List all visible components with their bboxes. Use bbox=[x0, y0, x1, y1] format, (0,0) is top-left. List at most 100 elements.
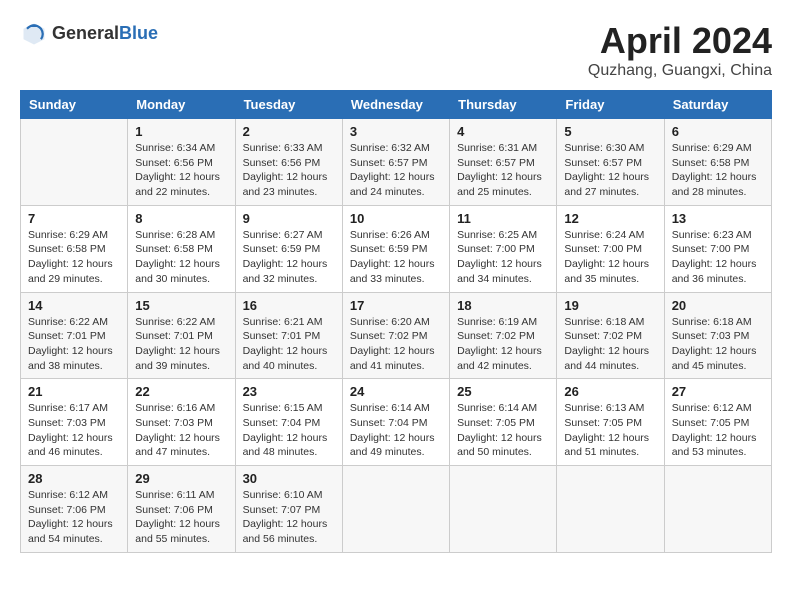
day-info: Sunrise: 6:19 AM Sunset: 7:02 PM Dayligh… bbox=[457, 315, 549, 374]
day-number: 26 bbox=[564, 384, 656, 399]
day-number: 11 bbox=[457, 211, 549, 226]
day-info: Sunrise: 6:31 AM Sunset: 6:57 PM Dayligh… bbox=[457, 141, 549, 200]
day-cell: 4 Sunrise: 6:31 AM Sunset: 6:57 PM Daylig… bbox=[450, 119, 557, 206]
day-info: Sunrise: 6:11 AM Sunset: 7:06 PM Dayligh… bbox=[135, 488, 227, 547]
header-cell-friday: Friday bbox=[557, 91, 664, 119]
day-info: Sunrise: 6:20 AM Sunset: 7:02 PM Dayligh… bbox=[350, 315, 442, 374]
header: General Blue April 2024 Quzhang, Guangxi… bbox=[20, 20, 772, 80]
logo-icon bbox=[20, 20, 48, 48]
day-number: 6 bbox=[672, 124, 764, 139]
logo: General Blue bbox=[20, 20, 158, 48]
calendar-header: SundayMondayTuesdayWednesdayThursdayFrid… bbox=[21, 91, 772, 119]
header-cell-tuesday: Tuesday bbox=[235, 91, 342, 119]
day-cell bbox=[450, 466, 557, 553]
day-number: 9 bbox=[243, 211, 335, 226]
day-number: 18 bbox=[457, 298, 549, 313]
day-info: Sunrise: 6:32 AM Sunset: 6:57 PM Dayligh… bbox=[350, 141, 442, 200]
day-cell: 29 Sunrise: 6:11 AM Sunset: 7:06 PM Dayli… bbox=[128, 466, 235, 553]
logo-blue: Blue bbox=[119, 24, 158, 44]
day-number: 21 bbox=[28, 384, 120, 399]
day-cell: 15Sunrise: 6:22 AM Sunset: 7:01 PM Dayli… bbox=[128, 292, 235, 379]
day-cell: 18 Sunrise: 6:19 AM Sunset: 7:02 PM Dayli… bbox=[450, 292, 557, 379]
week-row-4: 21Sunrise: 6:17 AM Sunset: 7:03 PM Dayli… bbox=[21, 379, 772, 466]
day-number: 13 bbox=[672, 211, 764, 226]
day-info: Sunrise: 6:23 AM Sunset: 7:00 PM Dayligh… bbox=[672, 228, 764, 287]
day-cell: 13 Sunrise: 6:23 AM Sunset: 7:00 PM Dayli… bbox=[664, 205, 771, 292]
day-info: Sunrise: 6:29 AM Sunset: 6:58 PM Dayligh… bbox=[672, 141, 764, 200]
day-cell: 30 Sunrise: 6:10 AM Sunset: 7:07 PM Dayli… bbox=[235, 466, 342, 553]
day-number: 23 bbox=[243, 384, 335, 399]
day-cell: 5 Sunrise: 6:30 AM Sunset: 6:57 PM Daylig… bbox=[557, 119, 664, 206]
header-cell-sunday: Sunday bbox=[21, 91, 128, 119]
day-number: 24 bbox=[350, 384, 442, 399]
day-cell bbox=[664, 466, 771, 553]
day-cell: 6 Sunrise: 6:29 AM Sunset: 6:58 PM Daylig… bbox=[664, 119, 771, 206]
day-info: Sunrise: 6:26 AM Sunset: 6:59 PM Dayligh… bbox=[350, 228, 442, 287]
day-cell bbox=[342, 466, 449, 553]
day-number: 5 bbox=[564, 124, 656, 139]
day-cell: 12Sunrise: 6:24 AM Sunset: 7:00 PM Dayli… bbox=[557, 205, 664, 292]
day-cell bbox=[557, 466, 664, 553]
day-info: Sunrise: 6:29 AM Sunset: 6:58 PM Dayligh… bbox=[28, 228, 120, 287]
day-cell: 3 Sunrise: 6:32 AM Sunset: 6:57 PM Daylig… bbox=[342, 119, 449, 206]
header-cell-monday: Monday bbox=[128, 91, 235, 119]
day-cell: 8Sunrise: 6:28 AM Sunset: 6:58 PM Daylig… bbox=[128, 205, 235, 292]
day-number: 10 bbox=[350, 211, 442, 226]
day-number: 14 bbox=[28, 298, 120, 313]
day-info: Sunrise: 6:22 AM Sunset: 7:01 PM Dayligh… bbox=[28, 315, 120, 374]
week-row-2: 7Sunrise: 6:29 AM Sunset: 6:58 PM Daylig… bbox=[21, 205, 772, 292]
day-info: Sunrise: 6:16 AM Sunset: 7:03 PM Dayligh… bbox=[135, 401, 227, 460]
day-cell: 21Sunrise: 6:17 AM Sunset: 7:03 PM Dayli… bbox=[21, 379, 128, 466]
day-cell: 17 Sunrise: 6:20 AM Sunset: 7:02 PM Dayli… bbox=[342, 292, 449, 379]
week-row-3: 14 Sunrise: 6:22 AM Sunset: 7:01 PM Dayli… bbox=[21, 292, 772, 379]
day-cell: 14 Sunrise: 6:22 AM Sunset: 7:01 PM Dayli… bbox=[21, 292, 128, 379]
logo-general: General bbox=[52, 24, 119, 44]
day-info: Sunrise: 6:10 AM Sunset: 7:07 PM Dayligh… bbox=[243, 488, 335, 547]
day-number: 3 bbox=[350, 124, 442, 139]
day-number: 20 bbox=[672, 298, 764, 313]
day-info: Sunrise: 6:34 AM Sunset: 6:56 PM Dayligh… bbox=[135, 141, 227, 200]
day-number: 8 bbox=[135, 211, 227, 226]
day-info: Sunrise: 6:30 AM Sunset: 6:57 PM Dayligh… bbox=[564, 141, 656, 200]
day-cell bbox=[21, 119, 128, 206]
header-row: SundayMondayTuesdayWednesdayThursdayFrid… bbox=[21, 91, 772, 119]
header-cell-thursday: Thursday bbox=[450, 91, 557, 119]
day-cell: 2 Sunrise: 6:33 AM Sunset: 6:56 PM Daylig… bbox=[235, 119, 342, 206]
day-cell: 7Sunrise: 6:29 AM Sunset: 6:58 PM Daylig… bbox=[21, 205, 128, 292]
week-row-1: 1 Sunrise: 6:34 AM Sunset: 6:56 PM Daylig… bbox=[21, 119, 772, 206]
calendar-body: 1 Sunrise: 6:34 AM Sunset: 6:56 PM Daylig… bbox=[21, 119, 772, 553]
day-cell: 22 Sunrise: 6:16 AM Sunset: 7:03 PM Dayli… bbox=[128, 379, 235, 466]
day-cell: 10 Sunrise: 6:26 AM Sunset: 6:59 PM Dayli… bbox=[342, 205, 449, 292]
day-info: Sunrise: 6:33 AM Sunset: 6:56 PM Dayligh… bbox=[243, 141, 335, 200]
location-title: Quzhang, Guangxi, China bbox=[588, 62, 772, 80]
day-cell: 23Sunrise: 6:15 AM Sunset: 7:04 PM Dayli… bbox=[235, 379, 342, 466]
day-number: 19 bbox=[564, 298, 656, 313]
day-info: Sunrise: 6:14 AM Sunset: 7:04 PM Dayligh… bbox=[350, 401, 442, 460]
day-info: Sunrise: 6:13 AM Sunset: 7:05 PM Dayligh… bbox=[564, 401, 656, 460]
header-cell-wednesday: Wednesday bbox=[342, 91, 449, 119]
day-info: Sunrise: 6:22 AM Sunset: 7:01 PM Dayligh… bbox=[135, 315, 227, 374]
day-cell: 25 Sunrise: 6:14 AM Sunset: 7:05 PM Dayli… bbox=[450, 379, 557, 466]
day-cell: 26 Sunrise: 6:13 AM Sunset: 7:05 PM Dayli… bbox=[557, 379, 664, 466]
day-number: 2 bbox=[243, 124, 335, 139]
header-cell-saturday: Saturday bbox=[664, 91, 771, 119]
day-number: 25 bbox=[457, 384, 549, 399]
day-number: 30 bbox=[243, 471, 335, 486]
day-info: Sunrise: 6:14 AM Sunset: 7:05 PM Dayligh… bbox=[457, 401, 549, 460]
day-number: 4 bbox=[457, 124, 549, 139]
day-number: 29 bbox=[135, 471, 227, 486]
day-number: 28 bbox=[28, 471, 120, 486]
calendar-table: SundayMondayTuesdayWednesdayThursdayFrid… bbox=[20, 90, 772, 553]
day-info: Sunrise: 6:27 AM Sunset: 6:59 PM Dayligh… bbox=[243, 228, 335, 287]
day-number: 1 bbox=[135, 124, 227, 139]
title-area: April 2024 Quzhang, Guangxi, China bbox=[588, 20, 772, 80]
day-info: Sunrise: 6:12 AM Sunset: 7:06 PM Dayligh… bbox=[28, 488, 120, 547]
day-info: Sunrise: 6:12 AM Sunset: 7:05 PM Dayligh… bbox=[672, 401, 764, 460]
day-number: 16 bbox=[243, 298, 335, 313]
day-number: 17 bbox=[350, 298, 442, 313]
day-cell: 20Sunrise: 6:18 AM Sunset: 7:03 PM Dayli… bbox=[664, 292, 771, 379]
day-cell: 19Sunrise: 6:18 AM Sunset: 7:02 PM Dayli… bbox=[557, 292, 664, 379]
day-cell: 1 Sunrise: 6:34 AM Sunset: 6:56 PM Daylig… bbox=[128, 119, 235, 206]
day-info: Sunrise: 6:21 AM Sunset: 7:01 PM Dayligh… bbox=[243, 315, 335, 374]
day-number: 22 bbox=[135, 384, 227, 399]
